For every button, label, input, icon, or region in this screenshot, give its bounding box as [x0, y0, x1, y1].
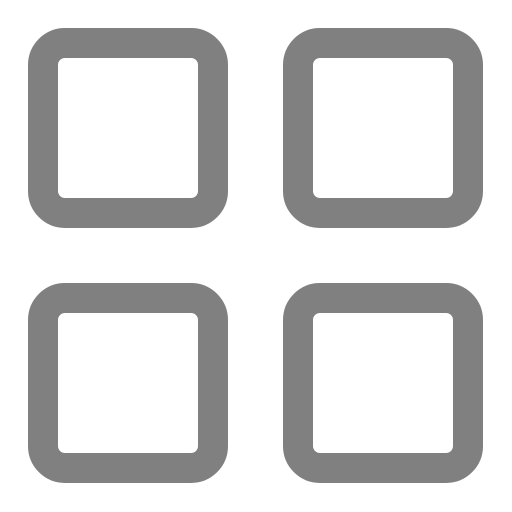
grid-view-icon-svg: [28, 28, 483, 483]
grid-view-icon[interactable]: [0, 0, 512, 512]
grid-tile-bottom-right: [283, 283, 483, 483]
grid-tile-top-left: [28, 28, 228, 228]
grid-tile-bottom-left: [28, 283, 228, 483]
grid-tile-top-right: [283, 28, 483, 228]
